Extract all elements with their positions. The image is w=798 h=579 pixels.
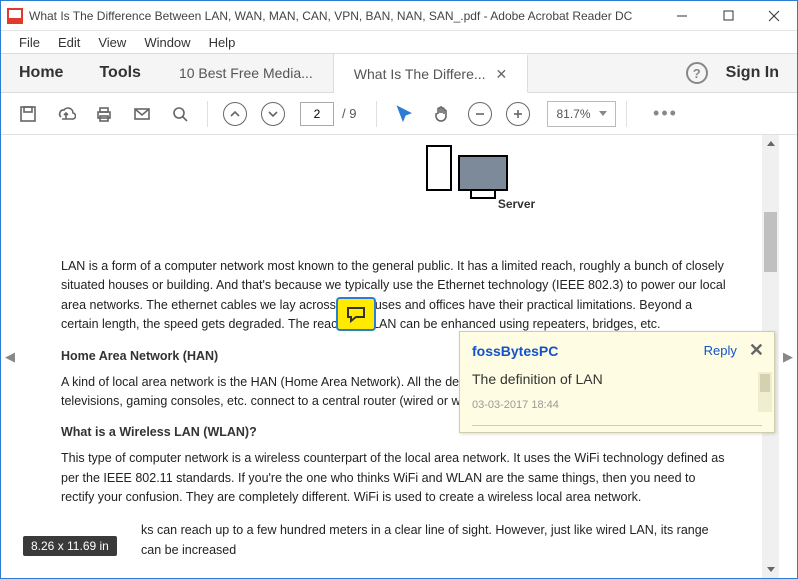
help-icon[interactable]: ? — [686, 62, 708, 84]
titlebar: What Is The Difference Between LAN, WAN,… — [1, 1, 797, 31]
app-window: What Is The Difference Between LAN, WAN,… — [0, 0, 798, 579]
menubar: File Edit View Window Help — [1, 31, 797, 53]
tab-row: Home Tools 10 Best Free Media... What Is… — [1, 53, 797, 93]
right-panel-handle[interactable]: ▶ — [779, 135, 797, 578]
search-button[interactable] — [163, 97, 197, 131]
zoom-select[interactable]: 81.7% — [547, 101, 615, 127]
comment-body: The definition of LAN — [460, 365, 774, 391]
email-button[interactable] — [125, 97, 159, 131]
comment-close-button[interactable]: ✕ — [749, 340, 764, 361]
tab-tools[interactable]: Tools — [81, 54, 158, 92]
window-title: What Is The Difference Between LAN, WAN,… — [29, 9, 659, 23]
comment-scrollbar[interactable] — [758, 372, 772, 412]
tab-close-icon[interactable]: ✕ — [496, 66, 508, 83]
print-button[interactable] — [87, 97, 121, 131]
toolbar: / 9 81.7% ••• — [1, 93, 797, 135]
pointer-tool[interactable] — [387, 97, 421, 131]
scroll-thumb[interactable] — [764, 212, 777, 272]
chevron-down-icon — [599, 111, 607, 116]
menu-file[interactable]: File — [11, 34, 48, 51]
menu-edit[interactable]: Edit — [50, 34, 88, 51]
zoom-out-button[interactable] — [463, 97, 497, 131]
menu-view[interactable]: View — [90, 34, 134, 51]
comment-date: 03-03-2017 18:44 — [460, 391, 774, 421]
zoom-in-button[interactable] — [501, 97, 535, 131]
page-up-button[interactable] — [218, 97, 252, 131]
paragraph-3: This type of computer network is a wirel… — [61, 449, 732, 507]
paragraph-1: LAN is a form of a computer network most… — [61, 257, 732, 335]
doc-tab-1[interactable]: 10 Best Free Media... — [159, 54, 334, 92]
adobe-icon — [7, 8, 23, 24]
minimize-button[interactable] — [659, 1, 705, 31]
hand-tool[interactable] — [425, 97, 459, 131]
computer-tower-icon — [426, 145, 452, 191]
page-dimensions-tooltip: 8.26 x 11.69 in — [23, 536, 117, 556]
tab-home[interactable]: Home — [1, 54, 81, 92]
page-total: / 9 — [338, 106, 360, 121]
close-button[interactable] — [751, 1, 797, 31]
sticky-note-annotation[interactable] — [336, 297, 376, 331]
more-tools-button[interactable]: ••• — [649, 97, 683, 131]
monitor-icon — [458, 155, 508, 191]
paragraph-4: ks can reach up to a few hundred meters … — [141, 521, 732, 560]
page-number-input[interactable] — [300, 102, 334, 126]
server-label: Server — [301, 197, 732, 211]
menu-help[interactable]: Help — [201, 34, 244, 51]
save-button[interactable] — [11, 97, 45, 131]
scroll-up-icon[interactable] — [762, 135, 779, 152]
comment-reply-button[interactable]: Reply — [704, 343, 737, 358]
doc-tab-2[interactable]: What Is The Differe... ✕ — [334, 54, 529, 93]
scroll-down-icon[interactable] — [762, 561, 779, 578]
left-panel-handle[interactable]: ◀ — [1, 135, 19, 578]
maximize-button[interactable] — [705, 1, 751, 31]
page-indicator: / 9 — [300, 102, 360, 126]
comment-author[interactable]: fossBytesPC — [472, 343, 704, 359]
menu-window[interactable]: Window — [136, 34, 198, 51]
comment-popup: fossBytesPC Reply ✕ The definition of LA… — [459, 331, 775, 433]
sign-in-button[interactable]: Sign In — [726, 64, 779, 82]
cloud-button[interactable] — [49, 97, 83, 131]
page-down-button[interactable] — [256, 97, 290, 131]
